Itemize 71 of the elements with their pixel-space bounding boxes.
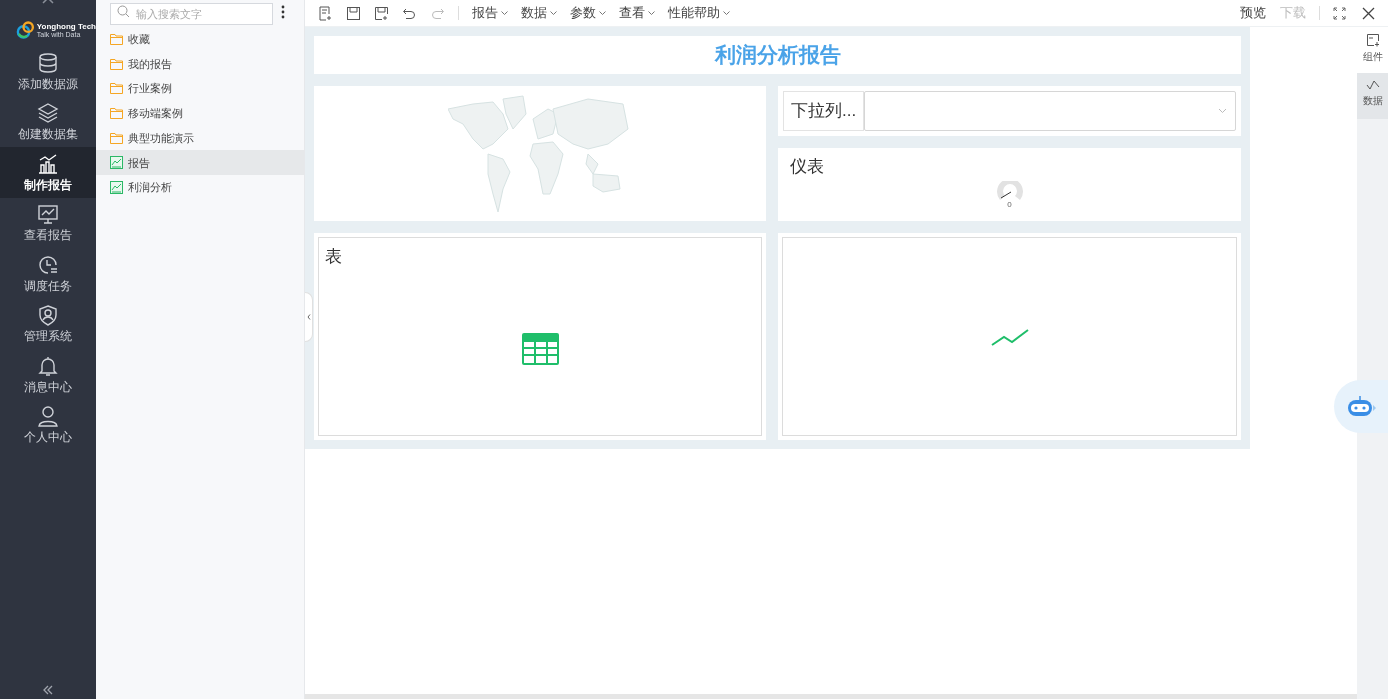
- tree-item[interactable]: 我的报告: [96, 51, 304, 77]
- nav-item[interactable]: 创建数据集: [0, 96, 96, 147]
- chevron-left-icon: [306, 314, 311, 320]
- tree-item[interactable]: 利润分析: [96, 175, 304, 200]
- tree-item[interactable]: 行业案例: [96, 76, 304, 102]
- menu-button[interactable]: 查看: [619, 3, 655, 23]
- caret-icon: [501, 10, 508, 16]
- tree-item[interactable]: 移动端案例: [96, 101, 304, 126]
- folder-icon: [110, 83, 123, 95]
- logo-name: Yonghong Tech: [36, 22, 96, 31]
- toolbar-button[interactable]: 预览: [1240, 3, 1266, 23]
- nav-item[interactable]: 管理系统: [0, 298, 96, 349]
- table-icon: [521, 333, 559, 366]
- report-icon: [110, 156, 123, 170]
- folder-icon: [110, 58, 123, 70]
- shield-icon: [37, 304, 59, 327]
- new-report-icon[interactable]: [318, 5, 333, 21]
- bar-chart-icon: [37, 152, 59, 175]
- nav-item[interactable]: 制作报告: [0, 147, 96, 198]
- assistant-button[interactable]: [1334, 380, 1388, 433]
- nav-item[interactable]: 添加数据源: [0, 46, 96, 97]
- gauge-value: 0: [1007, 201, 1012, 209]
- tree-item[interactable]: 收藏: [96, 27, 304, 52]
- menu-button[interactable]: 参数: [570, 3, 606, 23]
- layers-icon: [37, 102, 59, 125]
- save-as-icon[interactable]: [374, 5, 389, 21]
- nav-item[interactable]: 消息中心: [0, 349, 96, 400]
- menu-button[interactable]: 数据: [521, 3, 557, 23]
- close-icon[interactable]: [1362, 6, 1375, 20]
- tree-item[interactable]: 典型功能演示: [96, 125, 304, 151]
- caret-icon: [599, 10, 606, 16]
- collapse-icon[interactable]: [42, 685, 54, 695]
- dropdown-field[interactable]: [864, 91, 1236, 131]
- menu-button[interactable]: 性能帮助: [668, 3, 730, 23]
- table-title: 表: [325, 246, 342, 268]
- side-tab[interactable]: 组件: [1357, 27, 1388, 73]
- horizontal-scrollbar[interactable]: [305, 694, 1357, 699]
- database-icon: [37, 51, 59, 74]
- robot-icon: [1346, 394, 1376, 419]
- more-icon[interactable]: [281, 5, 285, 19]
- caret-icon: [648, 10, 655, 16]
- logo-icon: [16, 20, 35, 40]
- side-tab[interactable]: 数据: [1357, 73, 1388, 119]
- caret-icon: [723, 10, 730, 16]
- search-field[interactable]: 输入搜索文字: [110, 3, 273, 25]
- nav-item[interactable]: 调度任务: [0, 248, 96, 299]
- gauge-title: 仪表: [790, 156, 824, 178]
- clock-icon: [37, 253, 59, 276]
- save-icon[interactable]: [346, 5, 361, 21]
- user-icon: [37, 405, 59, 428]
- line-chart-icon: [990, 327, 1029, 346]
- menu-button[interactable]: 报告: [472, 3, 508, 23]
- line-chart-icon: [1365, 79, 1380, 91]
- folder-icon: [110, 107, 123, 119]
- caret-icon: [1218, 108, 1227, 114]
- tree-item[interactable]: 报告: [96, 150, 304, 176]
- report-title: 利润分析报告: [714, 42, 841, 69]
- caret-icon: [550, 10, 557, 16]
- panel-toggle[interactable]: [305, 292, 313, 342]
- nav-item[interactable]: 个人中心: [0, 399, 96, 450]
- bell-icon: [37, 354, 59, 377]
- add-widget-icon: [1365, 33, 1380, 47]
- report-icon: [110, 180, 123, 194]
- monitor-icon: [37, 203, 59, 226]
- dropdown-label: 下拉列...: [791, 100, 857, 123]
- fullscreen-icon[interactable]: [1333, 6, 1346, 20]
- search-icon: [117, 5, 130, 18]
- folder-icon: [110, 132, 123, 144]
- folder-icon: [110, 33, 123, 45]
- nav-item[interactable]: 查看报告: [0, 197, 96, 248]
- gauge-drawing: [995, 181, 1024, 201]
